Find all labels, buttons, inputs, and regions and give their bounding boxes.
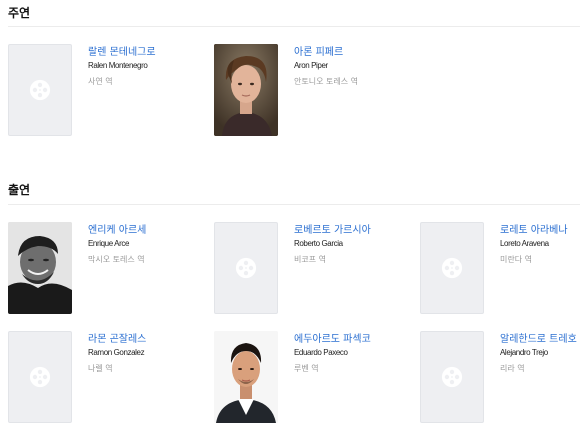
actor-name-ko[interactable]: 로베르토 가르시아 xyxy=(294,225,424,237)
actor-name-ko[interactable]: 알레한드로 트레호 xyxy=(500,334,580,346)
film-reel-icon xyxy=(29,366,51,388)
section-title-main-cast: 주연 xyxy=(8,6,31,20)
actor-name-ko[interactable]: 에두아르도 파섹코 xyxy=(294,334,424,346)
actor-role: 미란다 역 xyxy=(500,255,532,264)
profile-placeholder xyxy=(214,222,278,314)
actor-role: 리라 역 xyxy=(500,364,525,373)
profile-photo xyxy=(214,331,278,423)
actor-role: 사연 역 xyxy=(88,77,113,86)
actor-name-ko[interactable]: 엔리케 아르세 xyxy=(88,225,218,237)
cast-card[interactable]: 알레한드로 트레호 Alejandro Trejo 리라 역 xyxy=(420,331,580,425)
cast-card[interactable]: 아론 피페르 Aron Piper 안토니오 토레스 역 xyxy=(214,44,414,138)
cast-card[interactable]: 에두아르도 파섹코 Eduardo Paxeco 루벤 역 xyxy=(214,331,414,425)
actor-photo xyxy=(214,44,278,136)
actor-role: 루벤 역 xyxy=(294,364,319,373)
actor-name-en: Aron Piper xyxy=(294,61,328,70)
cast-card[interactable]: 로레토 아라베나 Loreto Aravena 미란다 역 xyxy=(420,222,580,316)
actor-photo xyxy=(8,222,72,314)
actor-role: 안토니오 토레스 역 xyxy=(294,77,358,86)
profile-placeholder xyxy=(420,222,484,314)
actor-name-en: Roberto Garcia xyxy=(294,239,343,248)
profile-placeholder xyxy=(420,331,484,423)
cast-card[interactable]: 랄렌 몬테네그로 Ralen Montenegro 사연 역 xyxy=(8,44,208,138)
cast-card[interactable]: 라몬 곤잘레스 Ramon Gonzalez 나렐 역 xyxy=(8,331,208,425)
actor-role: 나렐 역 xyxy=(88,364,113,373)
actor-name-ko[interactable]: 로레토 아라베나 xyxy=(500,225,580,237)
actor-name-en: Eduardo Paxeco xyxy=(294,348,348,357)
divider xyxy=(8,204,580,205)
actor-photo xyxy=(214,331,278,423)
cast-card[interactable]: 엔리케 아르세 Enrique Arce 막시오 토레스 역 xyxy=(8,222,208,316)
cast-card[interactable]: 로베르토 가르시아 Roberto Garcia 비코프 역 xyxy=(214,222,414,316)
profile-photo xyxy=(214,44,278,136)
profile-photo xyxy=(8,222,72,314)
actor-name-en: Alejandro Trejo xyxy=(500,348,548,357)
actor-role: 비코프 역 xyxy=(294,255,326,264)
actor-name-en: Ramon Gonzalez xyxy=(88,348,145,357)
actor-name-en: Enrique Arce xyxy=(88,239,130,248)
section-title-supporting-cast: 출연 xyxy=(8,183,31,197)
actor-name-en: Loreto Aravena xyxy=(500,239,549,248)
actor-name-en: Ralen Montenegro xyxy=(88,61,148,70)
actor-role: 막시오 토레스 역 xyxy=(88,255,145,264)
divider xyxy=(8,26,580,27)
film-reel-icon xyxy=(441,257,463,279)
film-reel-icon xyxy=(441,366,463,388)
film-reel-icon xyxy=(29,79,51,101)
profile-placeholder xyxy=(8,44,72,136)
actor-name-ko[interactable]: 랄렌 몬테네그로 xyxy=(88,47,218,59)
actor-name-ko[interactable]: 아론 피페르 xyxy=(294,47,424,59)
actor-name-ko[interactable]: 라몬 곤잘레스 xyxy=(88,334,218,346)
film-reel-icon xyxy=(235,257,257,279)
profile-placeholder xyxy=(8,331,72,423)
